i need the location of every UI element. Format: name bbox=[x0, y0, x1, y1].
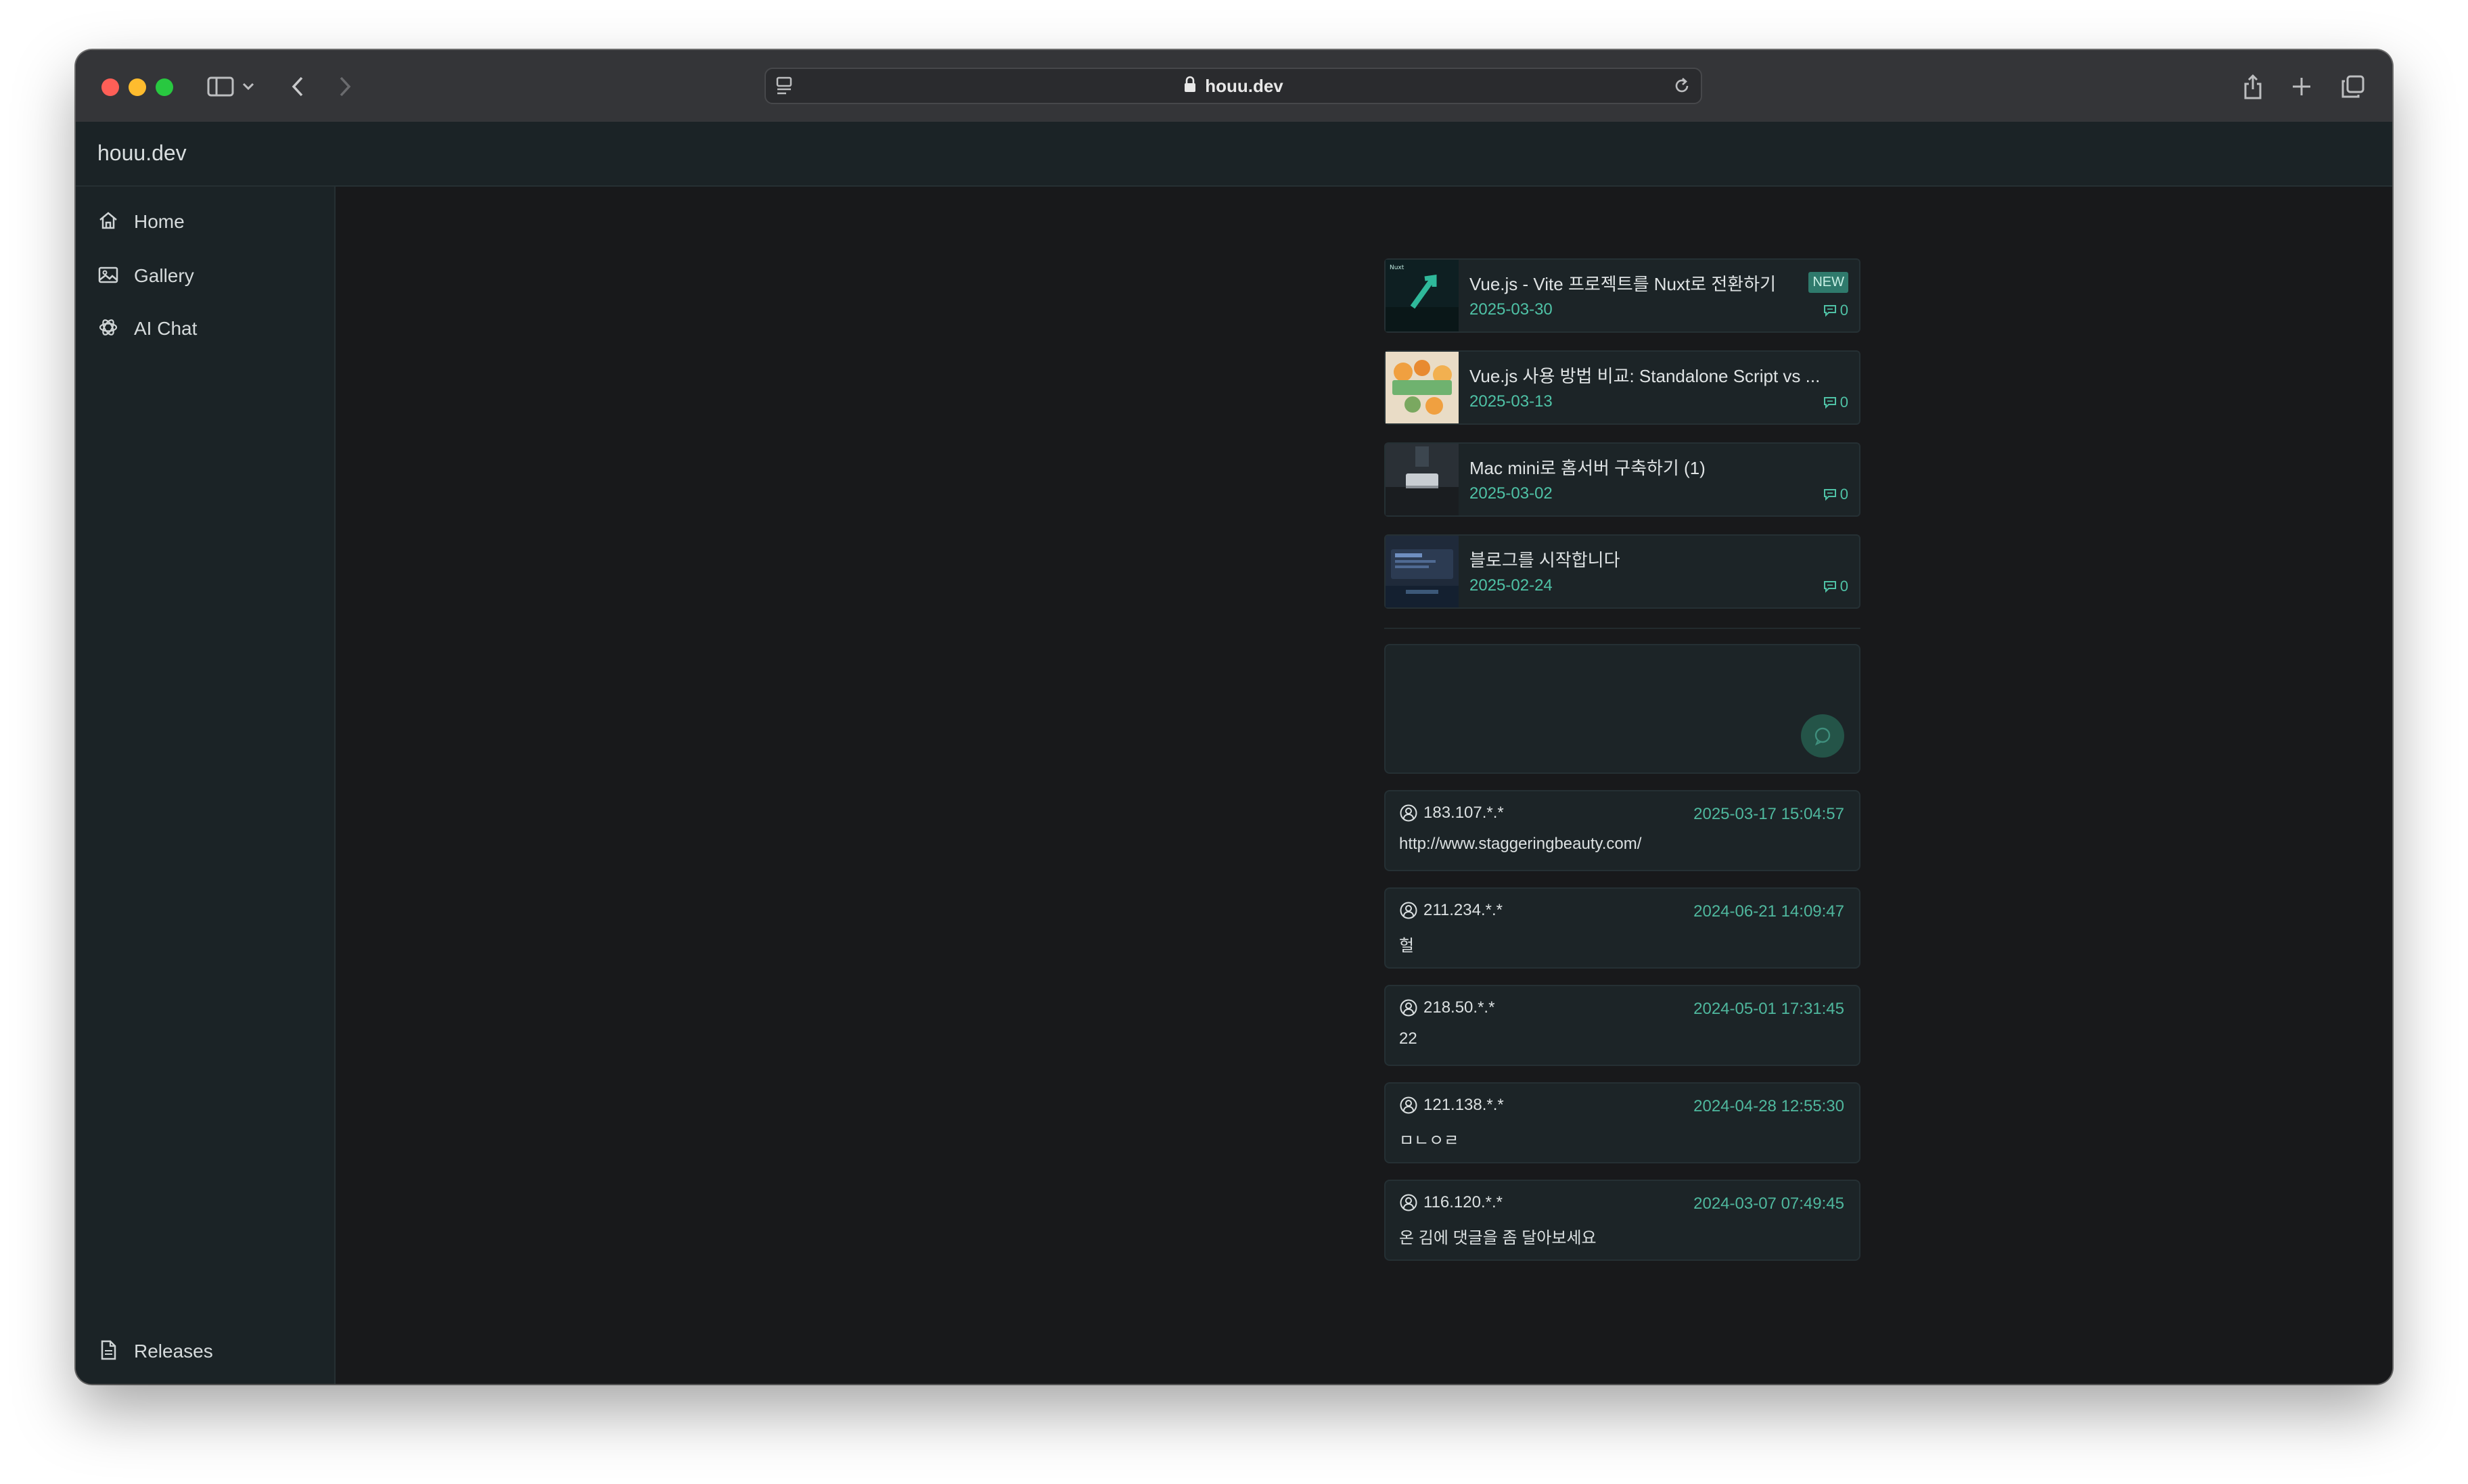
comment-time: 2024-05-01 17:31:45 bbox=[1693, 1000, 1844, 1018]
comment-count: 0 bbox=[1823, 578, 1848, 595]
sidebar-item-home[interactable]: Home bbox=[97, 207, 185, 237]
comment-text: 헐 bbox=[1399, 937, 1415, 955]
chat-bubble-icon bbox=[1814, 727, 1831, 746]
share-icon[interactable] bbox=[2237, 70, 2269, 103]
comment-icon bbox=[1823, 581, 1836, 593]
section-divider bbox=[1384, 628, 1860, 629]
post-title: Vue.js - Vite 프로젝트를 Nuxt로 전환하기 bbox=[1469, 274, 1777, 294]
back-icon[interactable] bbox=[281, 70, 314, 103]
comment-item: 183.107.*.* 2025-03-17 15:04:57 http://w… bbox=[1384, 790, 1860, 871]
forward-icon[interactable] bbox=[329, 70, 361, 103]
comment-time: 2024-06-21 14:09:47 bbox=[1693, 902, 1844, 921]
browser-window: houu.dev houu.dev Home Gallery AI Chat R… bbox=[76, 50, 2392, 1384]
post-title: Mac mini로 홈서버 구축하기 (1) bbox=[1469, 458, 1706, 478]
sidebar-item-label: AI Chat bbox=[134, 318, 198, 339]
sidebar-item-ai-chat[interactable]: AI Chat bbox=[97, 314, 197, 344]
home-icon bbox=[97, 210, 119, 234]
openai-icon bbox=[97, 317, 119, 341]
comment-count: 0 bbox=[1823, 302, 1848, 319]
user-icon bbox=[1400, 902, 1417, 919]
comment-item: 211.234.*.* 2024-06-21 14:09:47 헐 bbox=[1384, 887, 1860, 969]
chevron-down-icon[interactable] bbox=[238, 70, 258, 103]
comment-count: 0 bbox=[1823, 486, 1848, 503]
user-icon bbox=[1400, 804, 1417, 822]
comment-item: 116.120.*.* 2024-03-07 07:49:45 온 김에 댓글을… bbox=[1384, 1180, 1860, 1261]
post-card[interactable]: Nuxt Vue.js - Vite 프로젝트를 Nuxt로 전환하기 NEW … bbox=[1384, 258, 1860, 333]
post-thumbnail bbox=[1386, 536, 1459, 607]
sidebar: Home Gallery AI Chat Releases bbox=[76, 187, 336, 1384]
image-icon bbox=[97, 264, 119, 288]
post-card[interactable]: Vue.js 사용 방법 비교: Standalone Script vs ..… bbox=[1384, 350, 1860, 425]
sidebar-item-label: Home bbox=[134, 211, 185, 232]
minimize-window-button[interactable] bbox=[129, 78, 146, 96]
new-tab-icon[interactable] bbox=[2285, 70, 2318, 103]
post-date: 2025-03-30 bbox=[1469, 300, 1553, 319]
post-thumbnail bbox=[1386, 444, 1459, 515]
sidebar-toggle-icon[interactable] bbox=[204, 70, 237, 103]
sidebar-item-releases[interactable]: Releases bbox=[97, 1337, 213, 1366]
comment-author: 183.107.*.* bbox=[1399, 804, 1504, 822]
thumbnail-label: Nuxt bbox=[1390, 264, 1404, 271]
zoom-window-button[interactable] bbox=[156, 78, 173, 96]
comment-icon bbox=[1823, 305, 1836, 317]
site-title[interactable]: houu.dev bbox=[97, 141, 187, 166]
user-icon bbox=[1400, 1096, 1417, 1114]
post-title: 블로그를 시작합니다 bbox=[1469, 550, 1620, 570]
close-window-button[interactable] bbox=[101, 78, 119, 96]
comment-text: http://www.staggeringbeauty.com/ bbox=[1399, 835, 1642, 853]
site-header: houu.dev bbox=[76, 122, 2392, 187]
post-thumbnail bbox=[1386, 352, 1459, 423]
browser-toolbar: houu.dev bbox=[76, 50, 2392, 123]
new-badge: NEW bbox=[1808, 272, 1848, 293]
sidebar-item-label: Releases bbox=[134, 1341, 213, 1362]
document-icon bbox=[97, 1339, 119, 1364]
send-comment-button[interactable] bbox=[1801, 714, 1844, 758]
address-bar[interactable]: houu.dev bbox=[764, 68, 1702, 104]
user-icon bbox=[1400, 999, 1417, 1017]
url-text: houu.dev bbox=[1205, 75, 1283, 96]
tab-overview-icon[interactable] bbox=[2337, 70, 2369, 103]
comment-time: 2024-03-07 07:49:45 bbox=[1693, 1195, 1844, 1213]
post-date: 2025-03-02 bbox=[1469, 484, 1553, 503]
comment-item: 218.50.*.* 2024-05-01 17:31:45 22 bbox=[1384, 985, 1860, 1066]
comment-text: 22 bbox=[1399, 1029, 1417, 1048]
reload-icon[interactable] bbox=[1672, 76, 1691, 99]
user-icon bbox=[1400, 1194, 1417, 1211]
comment-time: 2025-03-17 15:04:57 bbox=[1693, 805, 1844, 823]
post-title: Vue.js 사용 방법 비교: Standalone Script vs ..… bbox=[1469, 366, 1821, 386]
comment-text: ㅁㄴㅇㄹ bbox=[1399, 1132, 1459, 1150]
comment-author: 121.138.*.* bbox=[1399, 1096, 1504, 1115]
comment-author: 211.234.*.* bbox=[1399, 901, 1503, 920]
comment-item: 121.138.*.* 2024-04-28 12:55:30 ㅁㄴㅇㄹ bbox=[1384, 1082, 1860, 1163]
lock-icon bbox=[1183, 76, 1197, 96]
sidebar-item-label: Gallery bbox=[134, 265, 194, 286]
post-date: 2025-03-13 bbox=[1469, 392, 1553, 411]
comment-form bbox=[1384, 644, 1860, 774]
comment-count: 0 bbox=[1823, 394, 1848, 411]
post-card[interactable]: Mac mini로 홈서버 구축하기 (1) 2025-03-02 0 bbox=[1384, 442, 1860, 517]
sidebar-item-gallery[interactable]: Gallery bbox=[97, 261, 194, 291]
comment-input[interactable] bbox=[1386, 645, 1859, 772]
comment-text: 온 김에 댓글을 좀 달아보세요 bbox=[1399, 1229, 1597, 1247]
comment-time: 2024-04-28 12:55:30 bbox=[1693, 1097, 1844, 1115]
main-content: Nuxt Vue.js - Vite 프로젝트를 Nuxt로 전환하기 NEW … bbox=[336, 187, 2392, 1384]
post-card[interactable]: 블로그를 시작합니다 2025-02-24 0 bbox=[1384, 534, 1860, 609]
comment-author: 116.120.*.* bbox=[1399, 1193, 1503, 1212]
comment-author: 218.50.*.* bbox=[1399, 998, 1494, 1017]
comment-icon bbox=[1823, 397, 1836, 409]
post-date: 2025-02-24 bbox=[1469, 576, 1553, 595]
comment-icon bbox=[1823, 489, 1836, 501]
post-thumbnail: Nuxt bbox=[1386, 260, 1459, 331]
